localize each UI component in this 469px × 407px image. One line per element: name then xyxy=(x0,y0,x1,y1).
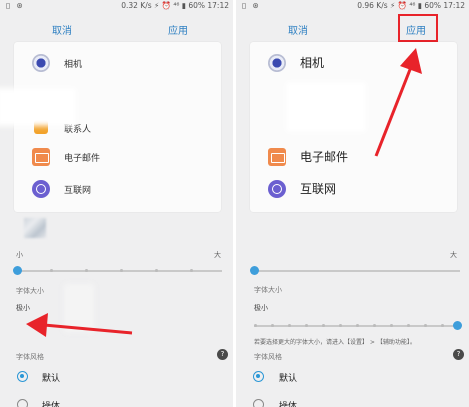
left-screenshot-panel: ▯ ⊛ 0.32 K/s ⚡ ⏰ ⁴⁶ ▮ 60% 17:12 取消 应用 相机… xyxy=(0,0,233,407)
annotation-arrow-right xyxy=(374,48,422,157)
annotation-arrow-left xyxy=(26,313,133,337)
right-screenshot-panel: ▯ ⊛ 0.96 K/s ⚡ ⏰ ⁴⁶ ▮ 60% 17:12 取消 应用 相机… xyxy=(236,0,469,407)
